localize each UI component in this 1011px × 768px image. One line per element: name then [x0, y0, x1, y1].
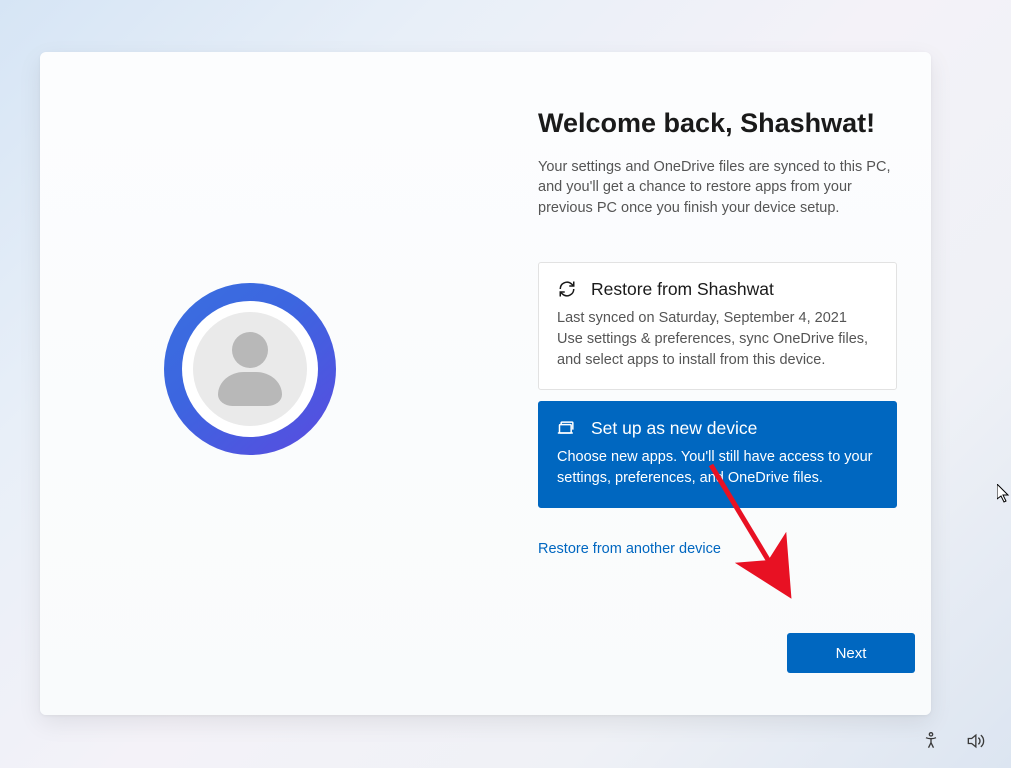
restore-option-desc: Last synced on Saturday, September 4, 20…: [557, 308, 877, 371]
new-device-option-desc: Choose new apps. You'll still have acces…: [557, 447, 877, 489]
restore-another-device-link[interactable]: Restore from another device: [538, 541, 721, 557]
mouse-cursor-icon: [997, 484, 1011, 504]
content-panel: Welcome back, Shashwat! Your settings an…: [538, 108, 938, 558]
avatar-white-ring: [182, 301, 318, 437]
avatar-panel: [40, 52, 520, 715]
new-device-option-card[interactable]: Set up as new device Choose new apps. Yo…: [538, 401, 897, 508]
page-subtitle: Your settings and OneDrive files are syn…: [538, 157, 900, 218]
sync-icon: [557, 279, 577, 299]
new-device-option-title: Set up as new device: [591, 418, 757, 439]
avatar-ring: [164, 283, 336, 455]
system-tray: [920, 730, 986, 752]
volume-icon[interactable]: [964, 730, 986, 752]
restore-option-title: Restore from Shashwat: [591, 279, 774, 300]
avatar-icon: [193, 312, 307, 426]
accessibility-icon[interactable]: [920, 730, 942, 752]
restore-option-card[interactable]: Restore from Shashwat Last synced on Sat…: [538, 262, 897, 390]
device-icon: [557, 418, 577, 438]
next-button[interactable]: Next: [787, 633, 915, 673]
page-title: Welcome back, Shashwat!: [538, 108, 938, 139]
setup-dialog: Welcome back, Shashwat! Your settings an…: [40, 52, 931, 715]
